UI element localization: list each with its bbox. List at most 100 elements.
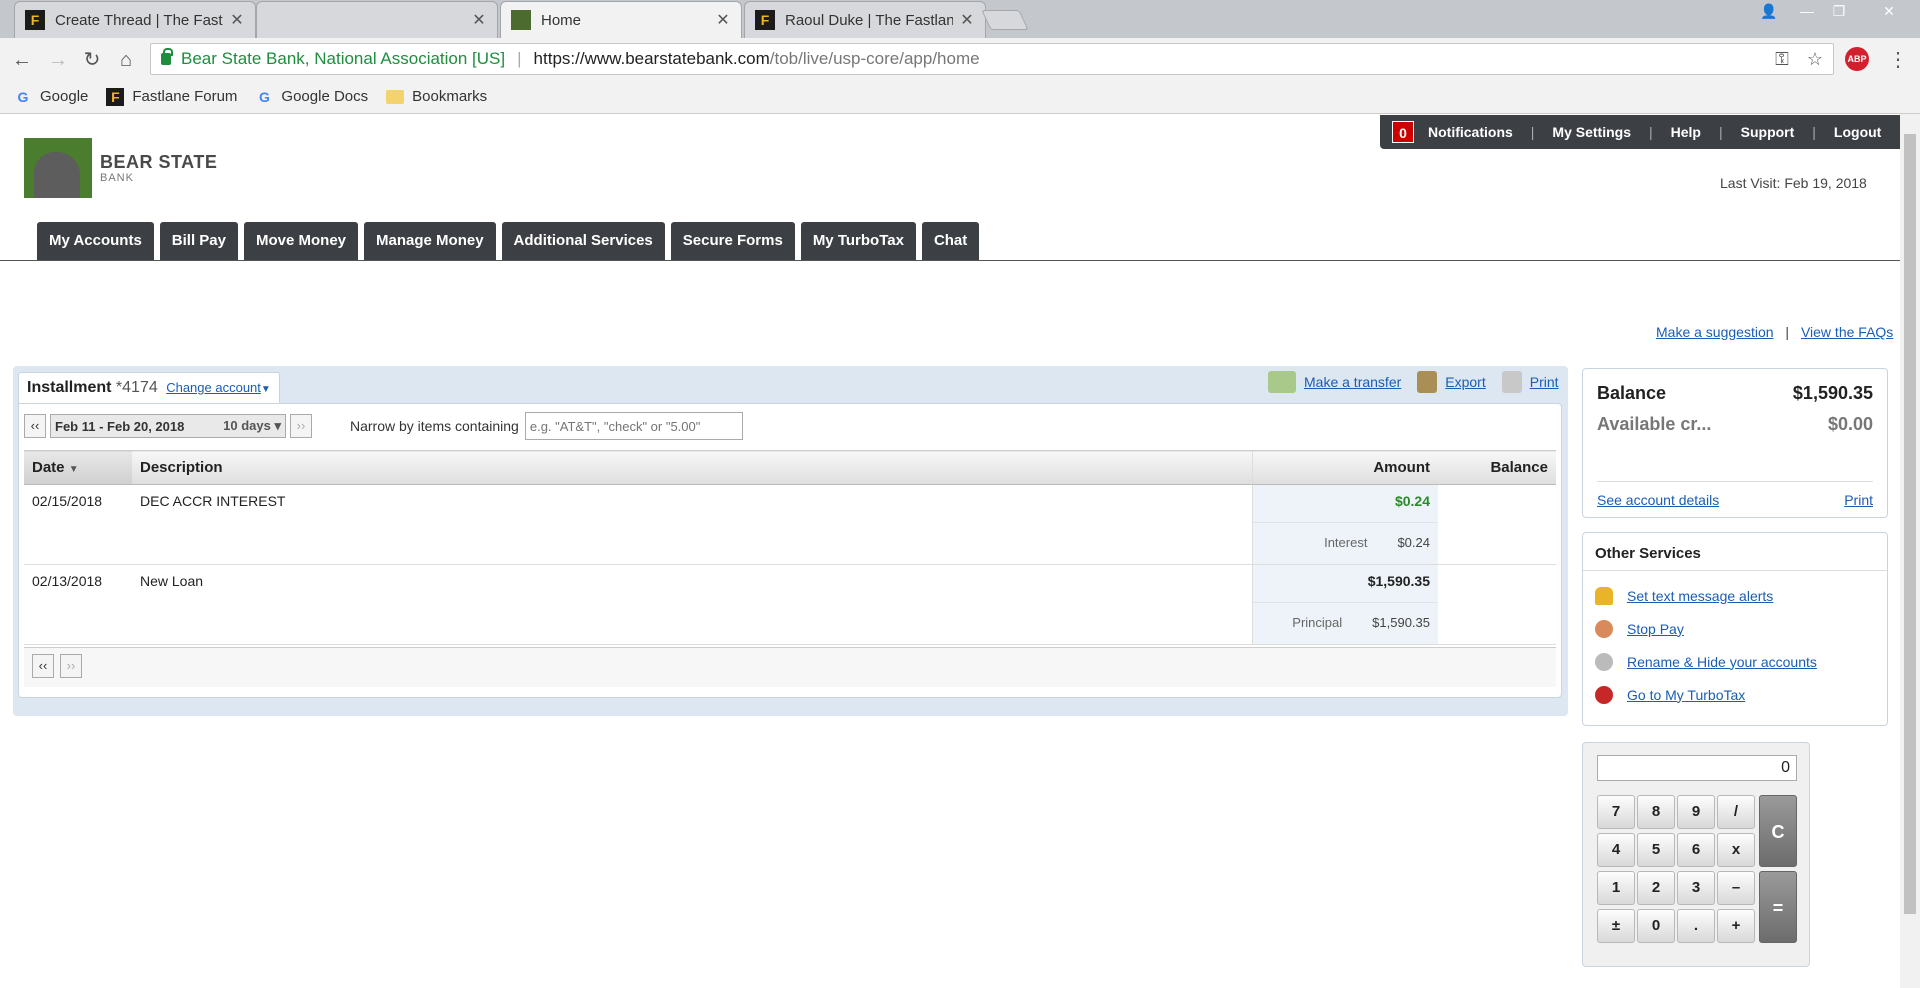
adblock-icon[interactable]: ABP xyxy=(1845,47,1869,71)
key-icon[interactable]: ⚿ xyxy=(1775,49,1789,70)
browser-tab-blank[interactable]: ✕ xyxy=(256,1,498,38)
calculator-key-four[interactable]: 4 xyxy=(1597,833,1635,867)
see-account-details-link[interactable]: See account details xyxy=(1597,492,1719,508)
nav-move-money[interactable]: Move Money xyxy=(244,222,359,260)
service-link[interactable]: Stop Pay xyxy=(1627,621,1684,637)
service-link[interactable]: Go to My TurboTax xyxy=(1627,687,1745,703)
make-transfer-link[interactable]: Make a transfer xyxy=(1304,374,1401,390)
chevron-down-icon[interactable]: ▼ xyxy=(261,384,271,395)
service-link[interactable]: Set text message alerts xyxy=(1627,588,1773,604)
detail-label: Principal xyxy=(1292,615,1343,630)
new-tab-button[interactable] xyxy=(981,10,1029,30)
my-settings-link[interactable]: My Settings xyxy=(1552,124,1631,140)
calculator-key-two[interactable]: 2 xyxy=(1637,871,1675,905)
print-balance-link[interactable]: Print xyxy=(1844,492,1873,508)
nav-my-accounts[interactable]: My Accounts xyxy=(37,222,154,260)
nav-additional-services[interactable]: Additional Services xyxy=(501,222,665,260)
calculator-key-decimal[interactable]: . xyxy=(1677,909,1715,943)
browser-tab-raoul-duke[interactable]: F Raoul Duke | The Fastlane ✕ xyxy=(744,1,986,38)
calculator-key-seven[interactable]: 7 xyxy=(1597,795,1635,829)
nav-chat[interactable]: Chat xyxy=(921,222,980,260)
forward-icon[interactable]: → xyxy=(44,46,72,74)
nav-secure-forms[interactable]: Secure Forms xyxy=(670,222,795,260)
printer-icon xyxy=(1501,371,1522,393)
make-suggestion-link[interactable]: Make a suggestion xyxy=(1656,324,1774,340)
transaction-filter-bar: ‹‹ Feb 11 - Feb 20, 2018 10 days ▾ ›› Na… xyxy=(24,412,743,440)
date-column-header[interactable]: Date ▼ xyxy=(24,450,132,485)
previous-page-button[interactable]: ‹‹ xyxy=(32,654,54,678)
logout-link[interactable]: Logout xyxy=(1834,124,1881,140)
service-link[interactable]: Rename & Hide your accounts xyxy=(1627,654,1817,670)
close-icon[interactable]: ✕ xyxy=(959,10,975,30)
help-link[interactable]: Help xyxy=(1671,124,1701,140)
make-transfer-action[interactable]: Make a transfer xyxy=(1268,371,1401,393)
calculator-key-divide[interactable]: / xyxy=(1717,795,1755,829)
table-row[interactable]: 02/13/2018 New Loan $1,590.35 xyxy=(24,564,1556,603)
reload-icon[interactable]: ↻ xyxy=(78,46,106,74)
calculator-key-eight[interactable]: 8 xyxy=(1637,795,1675,829)
nav-my-turbotax[interactable]: My TurboTax xyxy=(800,222,916,260)
description-column-header[interactable]: Description xyxy=(132,450,1252,485)
calculator-key-five[interactable]: 5 xyxy=(1637,833,1675,867)
restore-icon[interactable]: ❐ xyxy=(1822,0,1856,22)
user-icon[interactable]: 👤 xyxy=(1752,0,1786,22)
notification-count-badge[interactable]: 0 xyxy=(1392,121,1414,143)
divider: | xyxy=(1812,124,1816,140)
bookmark-google-docs[interactable]: G Google Docs xyxy=(255,88,368,106)
nav-manage-money[interactable]: Manage Money xyxy=(364,222,496,260)
balance-column-header[interactable]: Balance xyxy=(1438,450,1556,485)
calculator-key-plus-minus[interactable]: ± xyxy=(1597,909,1635,943)
page-scrollbar[interactable] xyxy=(1900,114,1920,988)
bookmark-folder[interactable]: Bookmarks xyxy=(386,88,487,105)
fastlane-favicon: F xyxy=(755,10,775,30)
close-icon[interactable]: ✕ xyxy=(229,10,245,30)
close-icon[interactable]: ✕ xyxy=(471,10,487,30)
scrollbar-thumb[interactable] xyxy=(1904,134,1916,914)
view-faqs-link[interactable]: View the FAQs xyxy=(1801,324,1893,340)
narrow-search-input[interactable] xyxy=(524,412,743,440)
address-bar[interactable]: Bear State Bank, National Association [U… xyxy=(150,43,1834,75)
close-icon[interactable]: ✕ xyxy=(715,10,731,30)
calculator-key-one[interactable]: 1 xyxy=(1597,871,1635,905)
browser-tab-home[interactable]: Home ✕ xyxy=(500,1,742,38)
calculator-key-multiply[interactable]: x xyxy=(1717,833,1755,867)
minimize-icon[interactable]: — xyxy=(1790,0,1824,22)
nav-bill-pay[interactable]: Bill Pay xyxy=(159,222,238,260)
support-link[interactable]: Support xyxy=(1741,124,1795,140)
star-icon[interactable]: ☆ xyxy=(1807,49,1823,70)
next-page-button[interactable]: ›› xyxy=(60,654,82,678)
transaction-description: DEC ACCR INTEREST xyxy=(140,493,286,509)
calculator-key-minus[interactable]: – xyxy=(1717,871,1755,905)
export-action[interactable]: Export xyxy=(1417,371,1486,393)
print-link[interactable]: Print xyxy=(1530,374,1559,390)
change-account-link[interactable]: Change account xyxy=(166,380,261,395)
date-range-select[interactable]: Feb 11 - Feb 20, 2018 10 days ▾ xyxy=(50,414,286,438)
calculator-key-zero[interactable]: 0 xyxy=(1637,909,1675,943)
next-period-button[interactable]: ›› xyxy=(290,414,312,438)
bookmark-fastlane-forum[interactable]: F Fastlane Forum xyxy=(106,87,237,106)
calculator-equals-button[interactable]: = xyxy=(1759,871,1797,943)
previous-period-button[interactable]: ‹‹ xyxy=(24,414,46,438)
calculator-key-plus[interactable]: + xyxy=(1717,909,1755,943)
window-close-icon[interactable]: ✕ xyxy=(1872,0,1906,22)
print-action[interactable]: Print xyxy=(1501,371,1559,393)
menu-icon[interactable]: ⋮ xyxy=(1888,47,1908,72)
bookmark-google[interactable]: G Google xyxy=(14,88,89,106)
export-link[interactable]: Export xyxy=(1445,374,1485,390)
amount-column-header[interactable]: Amount xyxy=(1251,450,1438,485)
home-icon[interactable]: ⌂ xyxy=(112,46,140,74)
bank-logo[interactable]: BEAR STATE BANK xyxy=(24,138,217,198)
service-rename-hide[interactable]: Rename & Hide your accounts xyxy=(1583,645,1887,678)
browser-tab-create-thread[interactable]: F Create Thread | The Fastlane ✕ xyxy=(14,1,256,38)
service-text-alerts[interactable]: Set text message alerts xyxy=(1583,579,1887,612)
service-stop-pay[interactable]: Stop Pay xyxy=(1583,612,1887,645)
main-nav: My Accounts Bill Pay Move Money Manage M… xyxy=(37,222,980,260)
calculator-key-six[interactable]: 6 xyxy=(1677,833,1715,867)
table-row[interactable]: 02/15/2018 DEC ACCR INTEREST $0.24 xyxy=(24,484,1556,523)
service-turbotax[interactable]: Go to My TurboTax xyxy=(1583,678,1887,711)
calculator-clear-button[interactable]: C xyxy=(1759,795,1797,867)
calculator-key-three[interactable]: 3 xyxy=(1677,871,1715,905)
calculator-key-nine[interactable]: 9 xyxy=(1677,795,1715,829)
notifications-link[interactable]: Notifications xyxy=(1428,124,1513,140)
back-icon[interactable]: ← xyxy=(8,46,36,74)
